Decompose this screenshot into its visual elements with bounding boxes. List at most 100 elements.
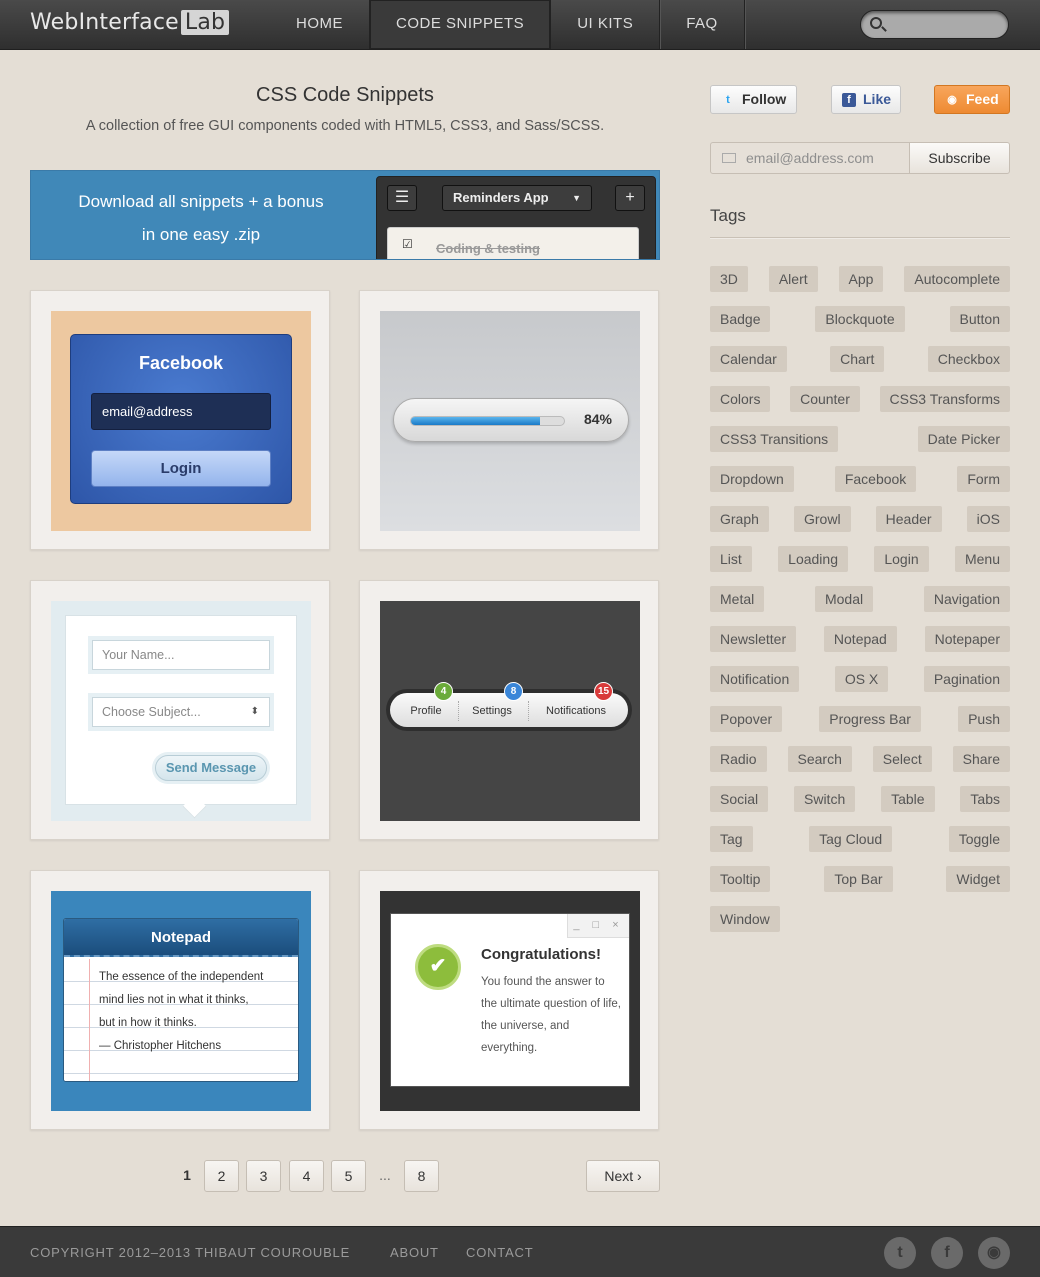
page-link[interactable]: 8 <box>404 1160 439 1192</box>
reminder-item-text: Coding & testing <box>436 241 540 256</box>
tag-link[interactable]: Newsletter <box>710 626 797 652</box>
tag-link[interactable]: Search <box>787 746 852 772</box>
nav-code-snippets[interactable]: CODE SNIPPETS <box>370 0 552 49</box>
tag-link[interactable]: Calendar <box>710 346 787 372</box>
tag-link[interactable]: Tag Cloud <box>809 826 893 852</box>
nav-home[interactable]: HOME <box>270 0 370 49</box>
tag-link[interactable]: Counter <box>790 386 860 412</box>
tag-link[interactable]: Tabs <box>960 786 1010 812</box>
notif-label: Profile <box>410 705 442 717</box>
tag-link[interactable]: Radio <box>710 746 767 772</box>
copyright: COPYRIGHT 2012–2013 THIBAUT COUROUBLE <box>30 1245 351 1260</box>
twitter-icon[interactable]: t <box>884 1237 916 1269</box>
tag-link[interactable]: CSS3 Transforms <box>879 386 1010 412</box>
tag-link[interactable]: Share <box>952 746 1010 772</box>
tag-link[interactable]: List <box>710 546 752 572</box>
tag-link[interactable]: Progress Bar <box>819 706 921 732</box>
download-banner[interactable]: Download all snippets + a bonus in one e… <box>30 170 660 260</box>
tag-link[interactable]: CSS3 Transitions <box>710 426 839 452</box>
next-page-button[interactable]: Next › <box>586 1160 660 1192</box>
page-link[interactable]: 5 <box>331 1160 366 1192</box>
tag-link[interactable]: Notepaper <box>924 626 1010 652</box>
tag-link[interactable]: Header <box>875 506 942 532</box>
tag-link[interactable]: Push <box>958 706 1010 732</box>
progress-fill <box>411 417 540 425</box>
tag-link[interactable]: Growl <box>794 506 851 532</box>
logo-text: WebInterface <box>30 10 179 35</box>
tag-link[interactable]: Metal <box>710 586 765 612</box>
page-title: CSS Code Snippets <box>256 84 434 106</box>
tag-link[interactable]: Alert <box>768 266 818 292</box>
snippet-card-progress[interactable]: 84% <box>359 290 659 550</box>
footer-about-link[interactable]: ABOUT <box>390 1245 439 1260</box>
tag-link[interactable]: Dropdown <box>710 466 794 492</box>
divider <box>710 237 1010 238</box>
twitter-follow-button[interactable]: t Follow <box>710 85 797 114</box>
subject-select: Choose Subject... ⬍ <box>92 697 270 727</box>
reminders-app-title: Reminders App ▼ <box>442 185 592 211</box>
tag-link[interactable]: OS X <box>834 666 889 692</box>
facebook-like-button[interactable]: f Like <box>831 85 901 114</box>
snippet-card-notifications[interactable]: Profile 4 Settings 8 Notifications 15 <box>359 580 659 840</box>
search-input[interactable] <box>860 10 1009 39</box>
footer-contact-link[interactable]: CONTACT <box>466 1245 533 1260</box>
tag-link[interactable]: Widget <box>946 866 1010 892</box>
nav-ui-kits[interactable]: UI KITS <box>551 0 661 49</box>
tag-link[interactable]: Login <box>874 546 929 572</box>
footer: COPYRIGHT 2012–2013 THIBAUT COUROUBLE AB… <box>0 1226 1040 1277</box>
tag-link[interactable]: Loading <box>778 546 848 572</box>
nav-faq[interactable]: FAQ <box>660 0 745 49</box>
tag-link[interactable]: Pagination <box>923 666 1010 692</box>
tag-link[interactable]: Social <box>710 786 769 812</box>
snippet-card-notepad[interactable]: Notepad The essence of the independent m… <box>30 870 330 1130</box>
tag-link[interactable]: Blockquote <box>815 306 905 332</box>
tag-link[interactable]: Date Picker <box>917 426 1010 452</box>
dialog-text: You found the answer to the ultimate que… <box>481 976 621 1054</box>
tag-link[interactable]: Notification <box>710 666 800 692</box>
tag-link[interactable]: Checkbox <box>927 346 1010 372</box>
facebook-icon[interactable]: f <box>931 1237 963 1269</box>
tag-link[interactable]: Autocomplete <box>904 266 1010 292</box>
notif-item-settings: Settings 8 <box>464 682 523 727</box>
tag-link[interactable]: Facebook <box>834 466 917 492</box>
tag-link[interactable]: iOS <box>966 506 1010 532</box>
tag-link[interactable]: Form <box>957 466 1010 492</box>
follow-label: Follow <box>742 91 787 107</box>
tag-link[interactable]: Popover <box>710 706 783 732</box>
snippet-card-contact-form[interactable]: Your Name... Choose Subject... ⬍ Send Mes… <box>30 580 330 840</box>
tag-link[interactable]: Tooltip <box>710 866 771 892</box>
tag-link[interactable]: Table <box>881 786 935 812</box>
tag-link[interactable]: App <box>838 266 884 292</box>
tag-link[interactable]: Select <box>872 746 932 772</box>
tag-link[interactable]: 3D <box>710 266 748 292</box>
rss-feed-button[interactable]: ◉ Feed <box>934 85 1010 114</box>
rss-icon[interactable]: ◉ <box>978 1237 1010 1269</box>
tag-link[interactable]: Toggle <box>948 826 1010 852</box>
page-link[interactable]: 3 <box>246 1160 281 1192</box>
tag-link[interactable]: Menu <box>954 546 1010 572</box>
newsletter-email-input[interactable]: email@address.com <box>710 142 910 174</box>
tag-link[interactable]: Chart <box>830 346 885 372</box>
page-link[interactable]: 2 <box>204 1160 239 1192</box>
tag-link[interactable]: Badge <box>710 306 771 332</box>
tag-link[interactable]: Button <box>949 306 1010 332</box>
top-bar: WebInterface Lab HOME CODE SNIPPETS UI KI… <box>0 0 1040 50</box>
page-link[interactable]: 4 <box>289 1160 324 1192</box>
tag-link[interactable]: Navigation <box>923 586 1010 612</box>
contact-form-panel: Your Name... Choose Subject... ⬍ Send Mes… <box>65 615 297 805</box>
tag-link[interactable]: Switch <box>794 786 856 812</box>
site-logo[interactable]: WebInterface Lab <box>30 10 230 35</box>
tag-link[interactable]: Modal <box>814 586 874 612</box>
rss-icon: ◉ <box>947 94 957 106</box>
subscribe-button[interactable]: Subscribe <box>909 142 1010 174</box>
page-subtitle: A collection of free GUI components code… <box>85 118 605 134</box>
tag-link[interactable]: Notepad <box>823 626 897 652</box>
tag-link[interactable]: Tag <box>710 826 753 852</box>
snippet-card-facebook[interactable]: Facebook email@address Login <box>30 290 330 550</box>
tag-link[interactable]: Window <box>710 906 780 932</box>
facebook-login-box: Facebook email@address Login <box>70 334 292 504</box>
snippet-card-dialog[interactable]: _ □ × ✔ Congratulations! You found the a… <box>359 870 659 1130</box>
tag-link[interactable]: Top Bar <box>824 866 893 892</box>
tag-link[interactable]: Colors <box>710 386 771 412</box>
tag-link[interactable]: Graph <box>710 506 769 532</box>
